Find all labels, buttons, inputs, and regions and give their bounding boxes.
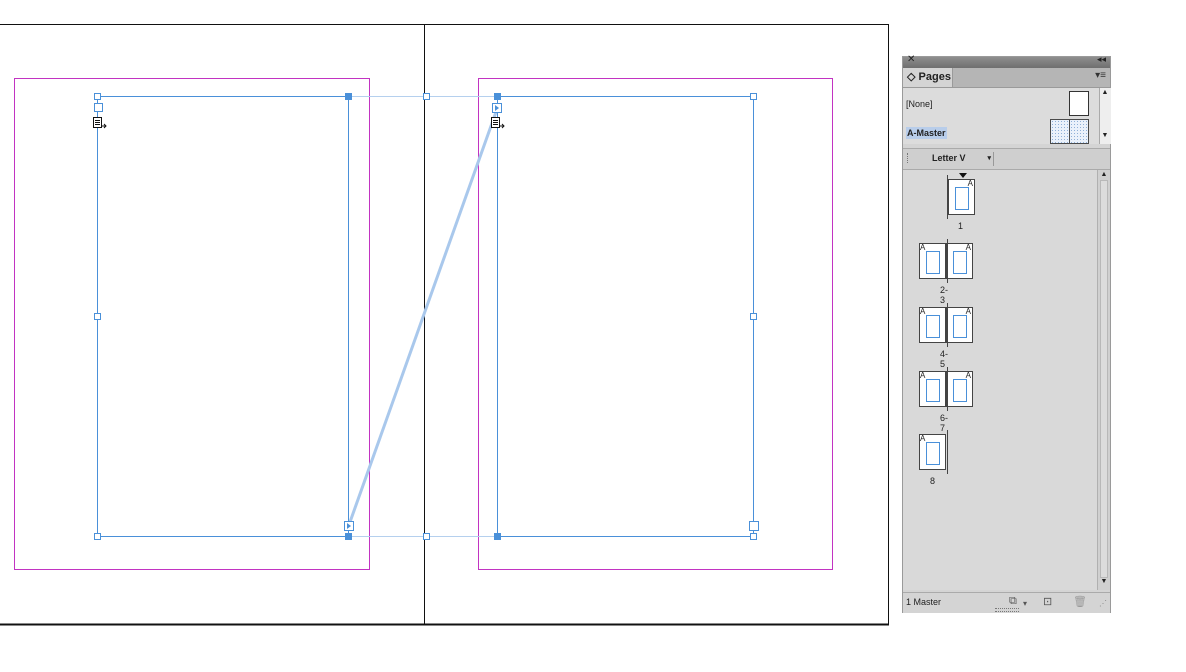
- pages-panel: ✕ ◂◂ ◇ Pages ▾≡ [None] A-Master ▲ ▼ Lett…: [902, 54, 1111, 613]
- handle: [94, 533, 101, 540]
- page-size-bar: Letter V ▾: [903, 148, 1110, 170]
- footer-status: 1 Master: [906, 597, 942, 607]
- scroll-track[interactable]: [1100, 180, 1108, 578]
- panel-menu-icon[interactable]: ▾≡: [1095, 70, 1106, 81]
- page-size-select[interactable]: Letter V ▾: [927, 151, 993, 166]
- handle: [423, 93, 430, 100]
- handle: [423, 533, 430, 540]
- master-a-row[interactable]: A-Master: [903, 118, 1099, 144]
- masters-scrollbar[interactable]: ▲ ▼: [1099, 88, 1111, 144]
- handle: [345, 533, 352, 540]
- new-page-icon[interactable]: ⊡: [1043, 595, 1052, 608]
- selection-handles[interactable]: [94, 93, 757, 540]
- handle: [94, 313, 101, 320]
- handle: [345, 93, 352, 100]
- divider: [993, 152, 994, 166]
- scroll-down-icon[interactable]: ▼: [1101, 132, 1109, 139]
- tab-arrows-icon: ◇: [907, 71, 916, 83]
- handle: [94, 93, 101, 100]
- panel-footer: 1 Master ⧉ ▾ ⊡ 🗑 ⋰: [903, 592, 1110, 613]
- selection-group-bounds: [97, 96, 754, 537]
- master-a-label: A-Master: [906, 127, 947, 139]
- panel-tab-bar: ◇ Pages ▾≡: [903, 68, 1110, 88]
- right-frame-out-port[interactable]: [749, 521, 759, 531]
- handle: [494, 93, 501, 100]
- edit-page-size-icon[interactable]: ⧉: [1009, 595, 1017, 608]
- chevron-down-icon[interactable]: ▾: [1023, 599, 1027, 608]
- master-none-thumbnail[interactable]: [1069, 91, 1089, 116]
- threaded-text-cursor-icon: [93, 117, 107, 129]
- left-page-margin-guide: [14, 78, 370, 570]
- master-none-label: [None]: [906, 99, 933, 109]
- scroll-up-icon[interactable]: ▲: [1100, 171, 1108, 178]
- pages-list: A 1 A A 2-3 A A 4-5 A A 6-7 A 8: [903, 170, 1097, 590]
- handle: [750, 313, 757, 320]
- close-icon[interactable]: ✕: [907, 54, 915, 65]
- collapse-panel-icon[interactable]: ◂◂: [1097, 54, 1106, 65]
- threaded-text-cursor-icon: [491, 117, 505, 129]
- pages-scrollbar[interactable]: ▲ ▼: [1097, 170, 1110, 590]
- left-frame-in-port[interactable]: [94, 103, 103, 112]
- masters-section: [None] A-Master: [903, 88, 1099, 144]
- chevron-down-icon: ▾: [987, 155, 991, 162]
- right-frame-in-port[interactable]: [492, 103, 502, 113]
- tab-pages[interactable]: ◇ Pages: [903, 68, 953, 87]
- panel-resize-handle[interactable]: [995, 608, 1019, 612]
- text-thread-line: [348, 111, 498, 523]
- panel-title-bar[interactable]: ✕ ◂◂: [903, 54, 1110, 68]
- left-text-frame[interactable]: [97, 96, 349, 537]
- grip-icon[interactable]: [907, 153, 910, 163]
- page-size-value: Letter V: [932, 153, 966, 163]
- left-frame-out-port[interactable]: [344, 521, 354, 531]
- handle: [494, 533, 501, 540]
- handle: [750, 533, 757, 540]
- spread-label: 1: [958, 221, 964, 231]
- master-a-thumbnail[interactable]: [1050, 119, 1089, 144]
- spread-label: 2-3: [940, 285, 949, 305]
- current-page-marker-icon: [959, 173, 967, 178]
- scroll-up-icon[interactable]: ▲: [1101, 89, 1109, 96]
- master-none-row[interactable]: [None]: [903, 90, 1099, 116]
- delete-page-icon[interactable]: 🗑: [1073, 595, 1087, 608]
- spread-label: 8: [930, 476, 936, 486]
- scroll-down-icon[interactable]: ▼: [1100, 578, 1108, 585]
- right-text-frame[interactable]: [497, 96, 754, 537]
- right-page-margin-guide: [478, 78, 833, 570]
- handle: [750, 93, 757, 100]
- tab-pages-label: Pages: [918, 71, 951, 83]
- resize-grip-icon[interactable]: ⋰: [1099, 599, 1107, 608]
- spread-label: 4-5: [940, 349, 949, 369]
